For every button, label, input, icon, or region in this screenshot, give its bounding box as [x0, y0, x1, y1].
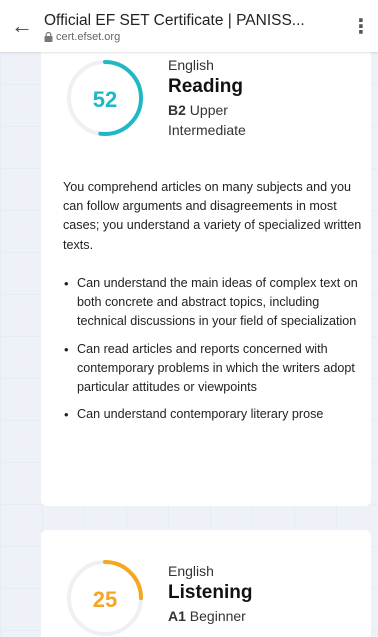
list-item: Can understand the main ideas of complex…: [63, 274, 363, 332]
reading-skill-name: Reading: [168, 76, 243, 97]
reading-meta: English Reading B2 Upper Intermediate: [168, 56, 298, 140]
overflow-menu-button[interactable]: ⋮: [344, 0, 378, 52]
browser-toolbar: ← Official EF SET Certificate | PANISS..…: [0, 0, 378, 52]
reading-card: 52 English Reading B2 Upper Intermediate…: [41, 44, 371, 506]
listening-level-code: A1: [168, 608, 186, 624]
page-url: cert.efset.org: [56, 30, 121, 43]
reading-level-name-1: Upper: [189, 102, 228, 118]
reading-level-name-2: Intermediate: [168, 122, 246, 138]
listening-level: A1 Beginner: [168, 606, 298, 626]
listening-skill-name: Listening: [168, 582, 253, 603]
listening-meta: English Listening A1 Beginner: [168, 562, 298, 626]
list-item: Can understand contemporary literary pro…: [63, 405, 363, 424]
more-vertical-icon: ⋮: [351, 15, 371, 38]
listening-card: 25 English Listening A1 Beginner: [41, 530, 371, 637]
reading-can-do-list: Can understand the main ideas of complex…: [63, 274, 363, 432]
listening-language: English: [168, 563, 214, 579]
back-button[interactable]: ←: [0, 0, 44, 52]
listening-score: 25: [92, 587, 118, 612]
arrow-left-icon: ←: [11, 13, 33, 38]
reading-description: You comprehend articles on many subjects…: [63, 180, 362, 252]
list-item: Can read articles and reports concerned …: [63, 340, 363, 398]
page-title: Official EF SET Certificate | PANISS...: [44, 11, 305, 29]
listening-level-name: Beginner: [189, 608, 246, 624]
address-area[interactable]: Official EF SET Certificate | PANISS... …: [44, 9, 344, 44]
reading-level: B2 Upper Intermediate: [168, 100, 298, 140]
lock-icon: [44, 32, 53, 42]
reading-level-code: B2: [168, 102, 186, 118]
reading-language: English: [168, 57, 214, 73]
reading-score: 52: [92, 87, 118, 112]
